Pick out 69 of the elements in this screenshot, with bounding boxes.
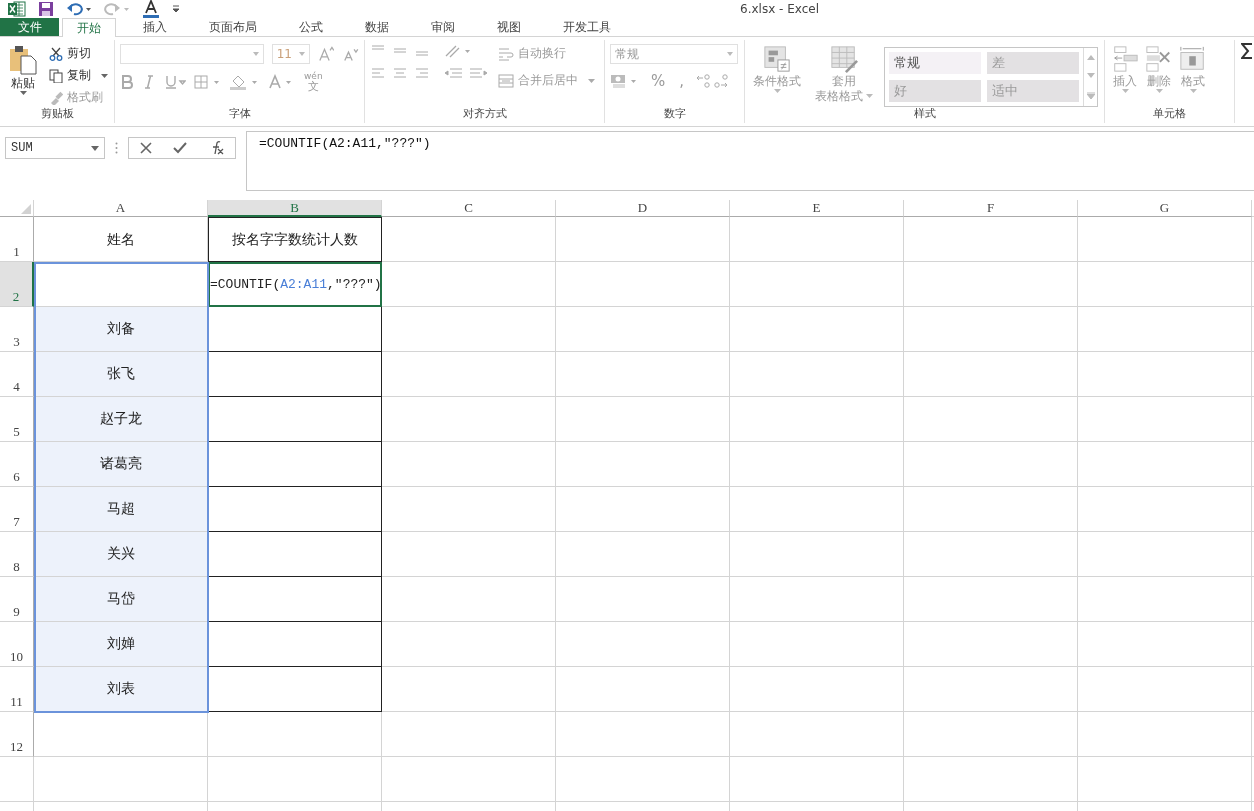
brush-icon	[49, 90, 63, 105]
caret-icon	[101, 73, 108, 78]
wrap-text-icon	[498, 46, 514, 61]
group-label: 字体	[227, 107, 252, 122]
column-header[interactable]: B	[208, 200, 382, 217]
table-cell: 马岱	[34, 577, 208, 622]
table-cell: 按名字字数统计人数	[208, 217, 382, 262]
copy-button[interactable]: 复制	[47, 66, 110, 85]
more-icon[interactable]	[1086, 92, 1095, 100]
caret-icon	[1189, 89, 1197, 93]
ribbon-tab[interactable]: 视图	[482, 18, 536, 36]
table-brush-icon	[830, 45, 858, 73]
name-box[interactable]: SUM	[5, 137, 105, 159]
cell-editor[interactable]: =COUNTIF(A2:A11,"???")	[208, 262, 382, 307]
font-color-icon[interactable]	[142, 0, 160, 18]
table-cell-text: 姓名	[106, 229, 136, 249]
ribbon-tab[interactable]: 页面布局	[194, 18, 272, 36]
table-cell: 马超	[34, 487, 208, 532]
table-cell: 刘婵	[34, 622, 208, 667]
caret-icon	[1121, 89, 1129, 93]
redo-icon[interactable]	[104, 1, 130, 17]
undo-icon[interactable]	[66, 1, 92, 17]
conditional-format-icon	[763, 45, 791, 73]
table-cell: 刘表	[34, 667, 208, 712]
group-label: 单元格	[1152, 107, 1187, 122]
save-icon[interactable]	[38, 1, 54, 17]
cut-button[interactable]: 剪切	[47, 44, 110, 63]
scissors-icon	[49, 46, 63, 61]
ribbon-tab[interactable]: 文件	[0, 18, 59, 36]
table-cell: 诸葛亮	[34, 442, 208, 487]
table-cells-icon	[1179, 45, 1207, 73]
caret-icon	[588, 78, 595, 83]
ribbon-tab[interactable]: 数据	[350, 18, 404, 36]
merge-cells-icon	[498, 73, 514, 88]
caret-icon	[19, 91, 27, 95]
ribbon-tab[interactable]: 公式	[284, 18, 338, 36]
ribbon-tab[interactable]: 开发工具	[548, 18, 626, 36]
caret-icon	[773, 89, 781, 93]
table-cells-icon	[1145, 45, 1173, 73]
enter-check-icon[interactable]	[173, 142, 187, 154]
table-cell: 赵子龙	[34, 397, 208, 442]
scroll-up-icon[interactable]	[1086, 54, 1095, 60]
clipboard-icon	[8, 45, 38, 75]
copy-icon	[49, 68, 63, 83]
group-label: 样式	[912, 107, 937, 122]
table-cells-icon	[1111, 45, 1139, 73]
table-cell: 关兴	[34, 532, 208, 577]
group-label: 剪贴板	[39, 107, 75, 122]
caret-icon	[866, 94, 873, 98]
autosum-icon[interactable]	[1241, 43, 1253, 59]
excel-logo-icon[interactable]	[8, 1, 26, 17]
group-label: 对齐方式	[461, 107, 508, 122]
row-header[interactable]: 2	[0, 262, 34, 307]
customize-caret-icon[interactable]	[172, 5, 180, 13]
drag-handle-icon[interactable]	[115, 142, 118, 154]
ribbon-tab[interactable]: 审阅	[416, 18, 470, 36]
paste-button[interactable]: 粘贴	[5, 44, 41, 107]
table-cell: 张飞	[34, 352, 208, 397]
window-title: 6.xlsx - Excel	[740, 2, 819, 16]
scroll-down-icon[interactable]	[1086, 73, 1095, 79]
ribbon-tab[interactable]: 开始	[62, 18, 116, 37]
ribbon-tab[interactable]: 插入	[128, 18, 182, 36]
caret-icon	[1155, 89, 1163, 93]
select-all-icon[interactable]	[21, 204, 31, 214]
caret-icon	[91, 145, 99, 151]
group-label: 数字	[662, 107, 687, 122]
formula-field[interactable]: =COUNTIF(A2:A11,"???")	[246, 131, 1254, 191]
cancel-icon[interactable]	[139, 142, 152, 154]
table-cell: 刘备	[34, 307, 208, 352]
